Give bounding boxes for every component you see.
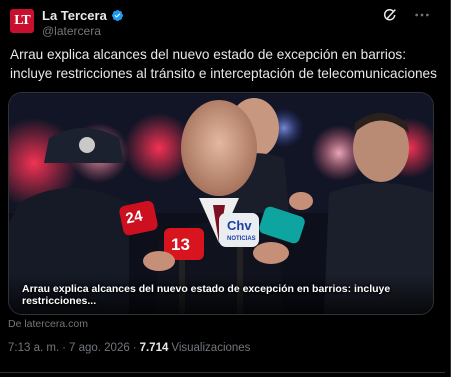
grok-icon[interactable]	[381, 6, 399, 24]
post[interactable]: LT La Tercera @latercera Arrau explica a…	[0, 0, 445, 377]
post-date[interactable]: 7 ago. 2026	[69, 342, 130, 354]
mic-label-chv-sub: NOTICIAS	[227, 236, 256, 242]
views-label: Visualizaciones	[171, 342, 251, 354]
meta-separator: ·	[62, 342, 66, 354]
mic-label-chv: Chv	[227, 218, 252, 233]
more-options-icon[interactable]	[413, 6, 431, 24]
display-name[interactable]: La Tercera	[42, 8, 107, 23]
meta-separator: ·	[132, 342, 137, 354]
mic-label-13: 13	[171, 235, 190, 254]
divider	[0, 372, 445, 373]
card-caption[interactable]: Arrau explica alcances del nuevo estado …	[22, 283, 433, 307]
verified-badge-icon	[111, 9, 123, 22]
post-top-actions	[381, 6, 431, 24]
avatar-text: LT	[14, 13, 30, 28]
handle[interactable]: @latercera	[42, 24, 101, 38]
avatar[interactable]: LT	[10, 9, 34, 33]
author-name-row[interactable]: La Tercera	[42, 8, 124, 23]
post-meta: 7:13 a. m. · 7 ago. 2026 · 7.714 Visuali…	[8, 342, 250, 354]
link-card[interactable]: 24 13 Chv NOTICIAS Arrau explica alcance…	[8, 92, 434, 315]
views-count: 7.714	[139, 342, 169, 354]
card-source[interactable]: De latercera.com	[8, 318, 88, 330]
post-time[interactable]: 7:13 a. m.	[8, 342, 59, 354]
post-text: Arrau explica alcances del nuevo estado …	[10, 47, 437, 81]
